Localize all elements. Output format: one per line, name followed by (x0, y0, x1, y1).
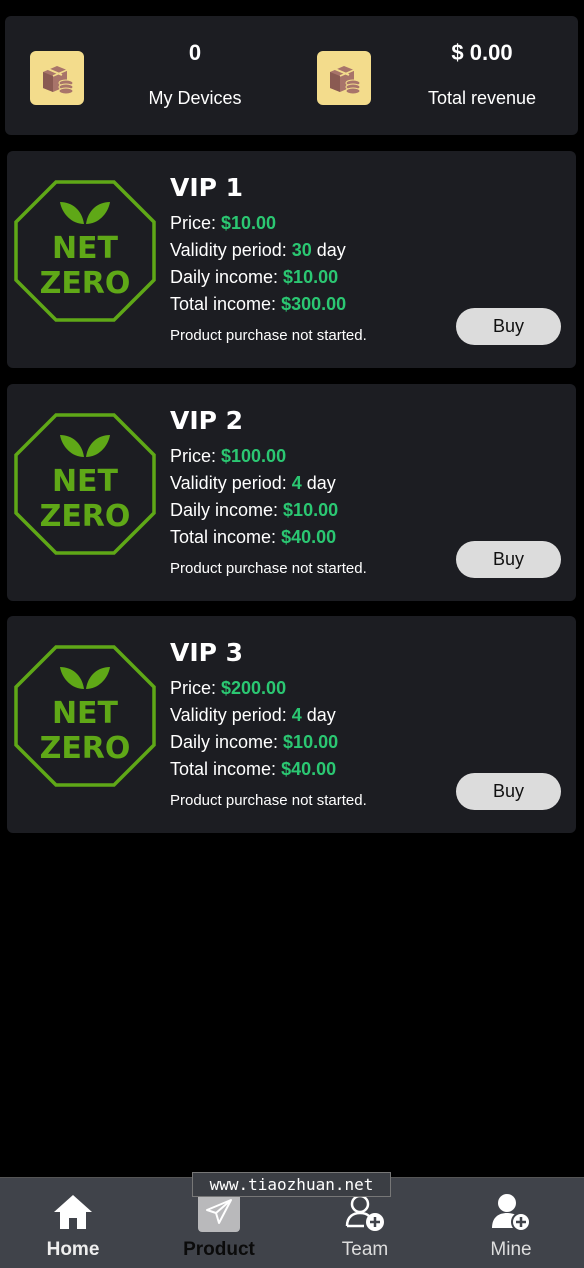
total-income-value: $40.00 (281, 527, 337, 547)
buy-button[interactable]: Buy (456, 773, 561, 810)
logo-zero-text: ZERO (40, 499, 131, 534)
logo-net-text: NET (52, 696, 119, 731)
buy-button[interactable]: Buy (456, 308, 561, 345)
validity-value: 4 (291, 705, 302, 725)
price-value: $200.00 (221, 678, 287, 698)
revenue-value: $ 0.00 (451, 40, 513, 65)
tab-mine[interactable]: Mine (438, 1178, 584, 1268)
buy-button[interactable]: Buy (456, 541, 561, 578)
logo-zero-text: ZERO (40, 266, 131, 301)
tab-product-label: Product (183, 1239, 255, 1260)
price-row: Price: $10.00 (170, 213, 277, 233)
daily-income-row: Daily income: $10.00 (170, 267, 339, 287)
purchase-status: Product purchase not started. (170, 327, 367, 344)
daily-income-value: $10.00 (283, 500, 339, 520)
total-income-row: Total income: $300.00 (170, 294, 347, 314)
logo-net-text: NET (52, 464, 119, 499)
daily-income-row: Daily income: $10.00 (170, 500, 339, 520)
home-icon (51, 1190, 95, 1234)
net-zero-logo: NET ZERO (14, 645, 156, 787)
logo-zero-text: ZERO (40, 731, 131, 766)
total-income-value: $300.00 (281, 294, 347, 314)
net-zero-logo: NET ZERO (14, 180, 156, 322)
product-card: NET ZERO VIP 3 Price: $200.00 Validity p… (7, 616, 576, 833)
validity-row: Validity period: 30 day (170, 240, 346, 260)
paper-plane-icon (198, 1192, 240, 1232)
daily-income-row: Daily income: $10.00 (170, 732, 339, 752)
total-income-value: $40.00 (281, 759, 337, 779)
daily-income-value: $10.00 (283, 267, 339, 287)
devices-box-icon (30, 51, 84, 105)
product-card: NET ZERO VIP 1 Price: $10.00 Validity pe… (7, 151, 576, 368)
devices-count: 0 (188, 40, 202, 65)
total-income-row: Total income: $40.00 (170, 527, 337, 547)
tab-home-label: Home (46, 1239, 100, 1260)
devices-label: My Devices (148, 88, 242, 108)
tab-home[interactable]: Home (0, 1178, 146, 1268)
price-row: Price: $200.00 (170, 678, 287, 698)
daily-income-value: $10.00 (283, 732, 339, 752)
validity-row: Validity period: 4 day (170, 473, 336, 493)
validity-value: 4 (291, 473, 302, 493)
product-card: NET ZERO VIP 2 Price: $100.00 Validity p… (7, 384, 576, 601)
purchase-status: Product purchase not started. (170, 560, 367, 577)
net-zero-logo: NET ZERO (14, 413, 156, 555)
revenue-box-icon (317, 51, 371, 105)
tab-mine-label: Mine (490, 1239, 532, 1260)
validity-value: 30 (291, 240, 312, 260)
product-title: VIP 2 (170, 406, 244, 435)
validity-row: Validity period: 4 day (170, 705, 336, 725)
price-value: $100.00 (221, 446, 287, 466)
watermark: www.tiaozhuan.net (192, 1172, 391, 1197)
total-income-row: Total income: $40.00 (170, 759, 337, 779)
product-title: VIP 3 (170, 638, 244, 667)
logo-net-text: NET (52, 231, 119, 266)
tab-team-label: Team (341, 1239, 389, 1260)
product-title: VIP 1 (170, 173, 244, 202)
price-value: $10.00 (221, 213, 277, 233)
user-add-icon (489, 1190, 533, 1234)
purchase-status: Product purchase not started. (170, 792, 367, 809)
stats-panel: 0 My Devices $ 0.00 Total revenue (5, 16, 578, 135)
revenue-label: Total revenue (427, 88, 537, 108)
price-row: Price: $100.00 (170, 446, 287, 466)
